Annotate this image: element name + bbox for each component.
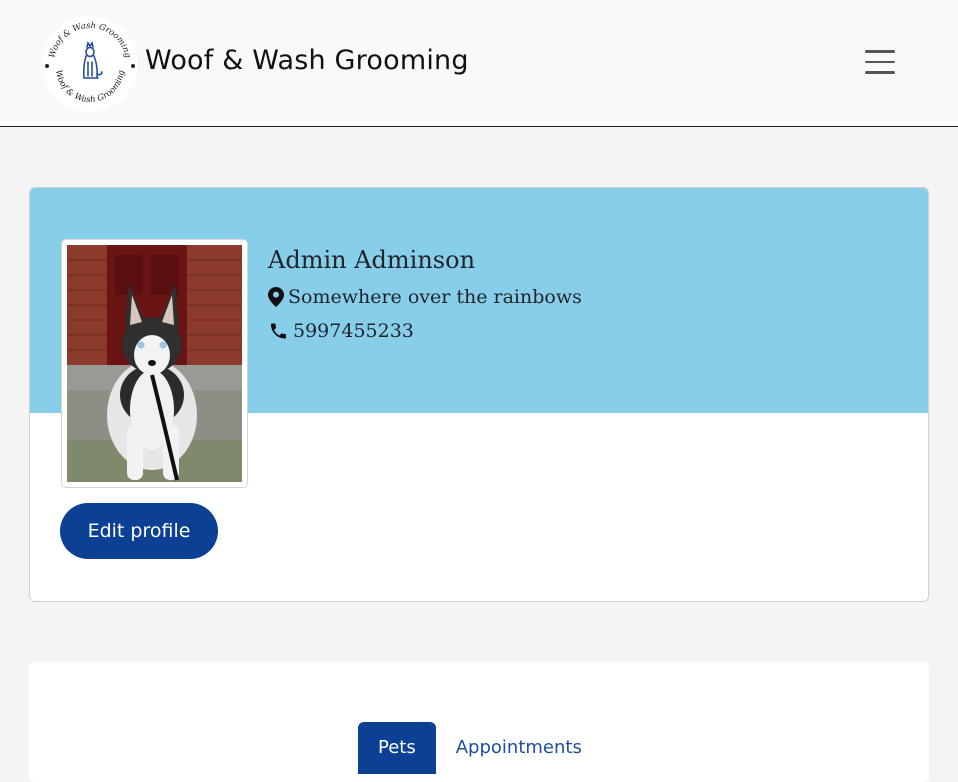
phone-icon — [271, 323, 286, 339]
brand-name: Woof & Wash Grooming — [145, 44, 469, 76]
user-phone: 5997455233 — [268, 320, 582, 343]
user-location: Somewhere over the rainbows — [268, 286, 582, 309]
hamburger-menu-icon[interactable] — [857, 40, 903, 84]
navbar: Woof & Wash Grooming Woof & Wash Groomin… — [0, 0, 958, 127]
map-pin-icon — [268, 287, 284, 308]
tabs-card: Pets Appointments — [29, 662, 929, 782]
hamburger-bar — [865, 60, 895, 64]
tab-pets[interactable]: Pets — [358, 722, 436, 774]
hamburger-bar — [865, 71, 895, 74]
profile-card: Admin Adminson Somewhere over the rainbo… — [29, 187, 929, 602]
phone-text: 5997455233 — [293, 319, 414, 342]
brand-logo: Woof & Wash Grooming Woof & Wash Groomin… — [42, 16, 138, 112]
location-text: Somewhere over the rainbows — [288, 285, 582, 308]
avatar-frame — [61, 239, 248, 488]
hamburger-bar — [865, 50, 895, 53]
tab-appointments[interactable]: Appointments — [436, 722, 602, 774]
brand-link[interactable]: Woof & Wash Grooming Woof & Wash Groomin… — [40, 14, 469, 114]
edit-profile-button[interactable]: Edit profile — [60, 503, 218, 559]
user-info: Admin Adminson Somewhere over the rainbo… — [268, 246, 582, 353]
user-name: Admin Adminson — [268, 246, 476, 274]
avatar — [67, 245, 242, 482]
profile-tabs: Pets Appointments — [358, 722, 602, 774]
